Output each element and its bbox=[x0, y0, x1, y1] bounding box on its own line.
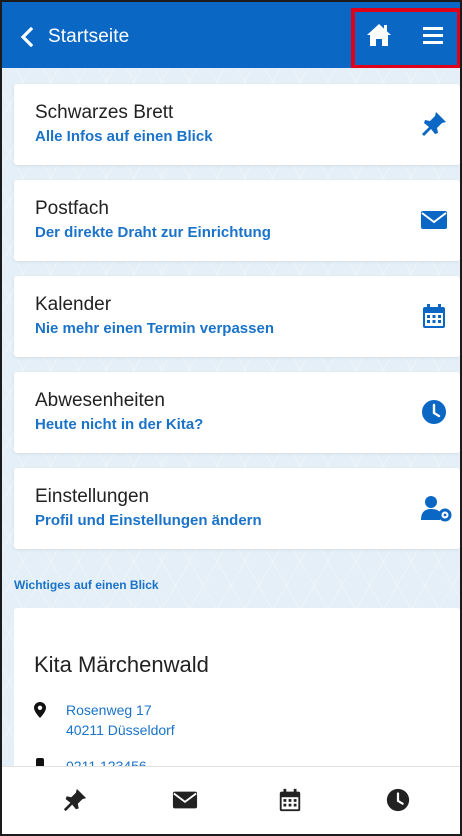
location-pin-icon bbox=[34, 702, 46, 718]
card-title: Schwarzes Brett bbox=[35, 102, 174, 123]
app-frame: Startseite Schwarzes Brett Alle Infos au… bbox=[0, 0, 462, 836]
main-content[interactable]: Schwarzes Brett Alle Infos auf einen Bli… bbox=[2, 68, 460, 766]
card-schwarzes-brett[interactable]: Schwarzes Brett Alle Infos auf einen Bli… bbox=[14, 84, 460, 165]
card-title: Postfach bbox=[35, 198, 109, 219]
clock-icon bbox=[422, 400, 446, 424]
card-title: Abwesenheiten bbox=[35, 390, 165, 411]
card-subtitle: Profil und Einstellungen ändern bbox=[35, 512, 262, 529]
nav-abwesenheiten[interactable] bbox=[385, 787, 411, 813]
kita-name: Kita Märchenwald bbox=[34, 652, 209, 677]
section-label: Wichtiges auf einen Blick bbox=[14, 578, 159, 592]
back-button[interactable]: Startseite bbox=[20, 20, 129, 54]
page-title: Startseite bbox=[48, 26, 130, 47]
card-title: Kalender bbox=[35, 294, 112, 315]
card-title: Einstellungen bbox=[35, 486, 150, 507]
phone-number[interactable]: 0211 123456 bbox=[66, 756, 147, 766]
phone-row: 0211 123456 bbox=[34, 756, 147, 766]
address-row: Rosenweg 17 40211 Düsseldorf bbox=[34, 700, 175, 740]
card-einstellungen[interactable]: Einstellungen Profil und Einstellungen ä… bbox=[14, 468, 460, 549]
calendar-icon bbox=[279, 788, 301, 812]
calendar-icon bbox=[423, 304, 445, 328]
home-button[interactable] bbox=[366, 22, 392, 48]
card-subtitle: Heute nicht in der Kita? bbox=[35, 416, 204, 433]
address-street[interactable]: Rosenweg 17 bbox=[66, 700, 175, 720]
clock-icon bbox=[386, 788, 410, 812]
card-subtitle: Alle Infos auf einen Blick bbox=[35, 128, 213, 145]
card-subtitle: Der direkte Draht zur Einrichtung bbox=[35, 224, 271, 241]
card-subtitle: Nie mehr einen Termin verpassen bbox=[35, 320, 274, 337]
address-city[interactable]: 40211 Düsseldorf bbox=[66, 720, 175, 740]
card-kalender[interactable]: Kalender Nie mehr einen Termin verpassen bbox=[14, 276, 460, 357]
nav-postfach[interactable] bbox=[172, 787, 198, 813]
home-icon bbox=[367, 24, 391, 46]
bottom-navigation bbox=[2, 766, 460, 834]
envelope-icon bbox=[172, 791, 198, 809]
user-settings-icon bbox=[421, 496, 452, 522]
card-postfach[interactable]: Postfach Der direkte Draht zur Einrichtu… bbox=[14, 180, 460, 261]
envelope-icon bbox=[421, 211, 447, 229]
nav-kalender[interactable] bbox=[277, 787, 303, 813]
info-card: Kita Märchenwald Rosenweg 17 40211 Düsse… bbox=[14, 608, 460, 766]
hamburger-menu-icon bbox=[423, 27, 443, 44]
pin-icon bbox=[63, 788, 87, 812]
nav-schwarzes-brett[interactable] bbox=[62, 787, 88, 813]
phone-icon bbox=[36, 758, 44, 766]
pin-icon bbox=[422, 112, 446, 136]
card-abwesenheiten[interactable]: Abwesenheiten Heute nicht in der Kita? bbox=[14, 372, 460, 453]
chevron-left-icon bbox=[20, 27, 34, 47]
top-app-bar: Startseite bbox=[2, 2, 460, 69]
menu-button[interactable] bbox=[420, 22, 446, 48]
